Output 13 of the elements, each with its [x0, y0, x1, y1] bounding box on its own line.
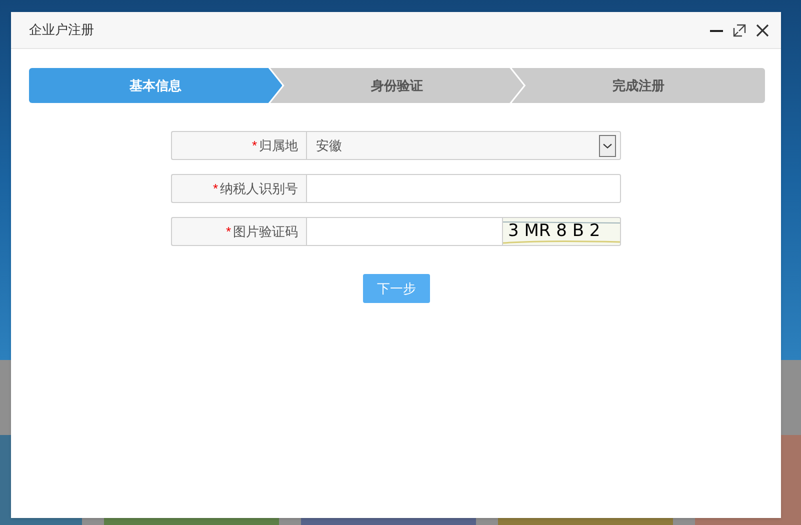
captcha-image[interactable]: 3 MR 8 B 2 [503, 217, 621, 246]
field-label: 纳税人识别号 [220, 180, 298, 198]
field-label: 归属地 [259, 136, 298, 155]
field-label: 图片验证码 [233, 222, 298, 241]
region-select[interactable]: 安徽 [306, 131, 621, 160]
required-mark: * [226, 222, 231, 241]
required-mark: * [252, 136, 257, 155]
dialog-title: 企业户注册 [29, 21, 95, 40]
close-icon[interactable] [756, 24, 769, 36]
taxpayer-id-field[interactable] [306, 174, 621, 203]
required-mark: * [212, 180, 218, 198]
maximize-icon[interactable] [733, 24, 746, 36]
captcha-field[interactable] [306, 217, 503, 246]
